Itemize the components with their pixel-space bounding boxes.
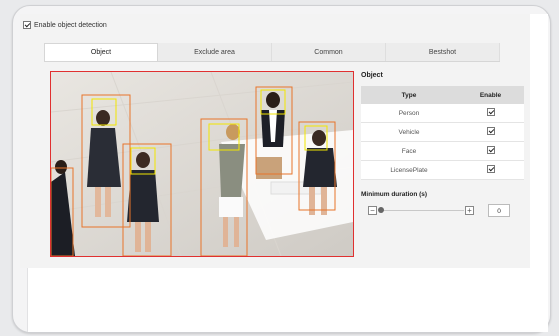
duration-slider-track[interactable]: [381, 210, 464, 211]
tab-bestshot[interactable]: Bestshot: [386, 43, 500, 61]
table-row: LicensePlate: [361, 160, 524, 180]
enable-detection-label: Enable object detection: [34, 21, 107, 29]
object-section-title: Object: [361, 72, 383, 79]
tab-bar: Object Exclude area Common Bestshot: [44, 43, 500, 62]
person-enable-checkbox[interactable]: [486, 108, 495, 116]
table-row: Vehicle: [361, 122, 524, 142]
enable-cell: [457, 160, 524, 180]
enable-column-header: Enable: [457, 86, 524, 104]
duration-slider-thumb[interactable]: [378, 207, 384, 213]
face-enable-checkbox[interactable]: [486, 146, 495, 154]
enable-cell: [457, 104, 524, 123]
increase-button[interactable]: +: [465, 206, 474, 215]
table-row: Face: [361, 141, 524, 161]
camera-preview[interactable]: [50, 71, 354, 257]
duration-value-field[interactable]: 0: [488, 204, 510, 217]
licenseplate-enable-checkbox[interactable]: [486, 165, 495, 173]
min-duration-title: Minimum duration (s): [361, 191, 428, 198]
enable-cell: [457, 141, 524, 161]
type-cell: Vehicle: [361, 122, 457, 142]
tab-exclude-area[interactable]: Exclude area: [158, 43, 272, 61]
tab-object[interactable]: Object: [44, 43, 158, 61]
vehicle-enable-checkbox[interactable]: [486, 127, 495, 135]
enable-cell: [457, 122, 524, 142]
decrease-button[interactable]: −: [368, 206, 377, 215]
type-cell: Face: [361, 141, 457, 161]
enable-detection-checkbox[interactable]: [23, 21, 31, 29]
object-type-table: Type Enable Person Vehicle Face LicenseP…: [361, 86, 524, 180]
type-cell: Person: [361, 104, 457, 123]
tab-common[interactable]: Common: [272, 43, 386, 61]
type-cell: LicensePlate: [361, 160, 457, 180]
type-column-header: Type: [361, 86, 457, 104]
table-row: Person: [361, 104, 524, 123]
box: [256, 157, 282, 179]
camera-scene: [51, 72, 353, 256]
enable-object-detection[interactable]: Enable object detection: [23, 18, 107, 32]
